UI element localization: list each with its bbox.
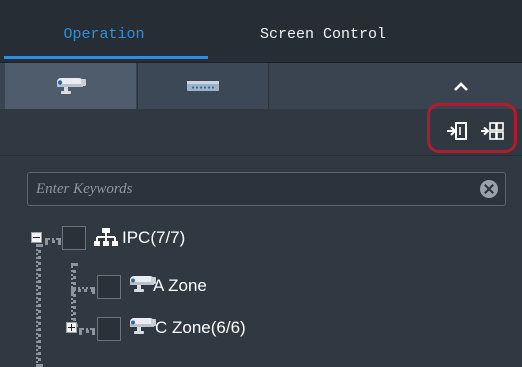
tree-connector xyxy=(71,287,95,292)
device-tab-camera[interactable] xyxy=(5,63,136,109)
tree-connector xyxy=(45,238,61,243)
tree-expander[interactable] xyxy=(66,322,77,333)
tree-item-a-zone[interactable]: A Zone xyxy=(153,276,207,296)
chevron-up-icon xyxy=(454,82,468,91)
tree-connector xyxy=(71,263,76,327)
tree-expander[interactable] xyxy=(31,232,42,243)
tab-screen-control[interactable]: Screen Control xyxy=(208,0,438,62)
import-to-grid-button[interactable] xyxy=(481,120,505,142)
device-tab-nvr[interactable] xyxy=(137,63,269,109)
clear-search-icon[interactable] xyxy=(480,180,498,198)
import-to-window-button[interactable] xyxy=(445,120,469,142)
active-tab-indicator xyxy=(4,56,208,59)
tree-item-c-zone[interactable]: C Zone(6/6) xyxy=(155,318,246,338)
tree-checkbox[interactable] xyxy=(97,317,121,341)
tree-checkbox[interactable] xyxy=(62,226,86,250)
import-to-window-icon xyxy=(447,122,467,140)
import-to-grid-icon xyxy=(481,122,504,140)
tree-item-ipc[interactable]: IPC(7/7) xyxy=(122,228,185,248)
nvr-device-icon xyxy=(187,81,219,91)
tab-operation[interactable]: Operation xyxy=(0,0,208,62)
camera-icon xyxy=(130,318,156,334)
divider xyxy=(0,155,522,156)
tree-connector xyxy=(36,244,41,367)
tree-connector xyxy=(79,328,95,333)
tab-bar: Operation Screen Control xyxy=(0,0,522,62)
search-box xyxy=(27,172,506,206)
camera-icon xyxy=(56,78,86,94)
search-input[interactable] xyxy=(36,173,456,205)
tree-checkbox[interactable] xyxy=(97,275,121,299)
network-icon xyxy=(94,228,118,246)
